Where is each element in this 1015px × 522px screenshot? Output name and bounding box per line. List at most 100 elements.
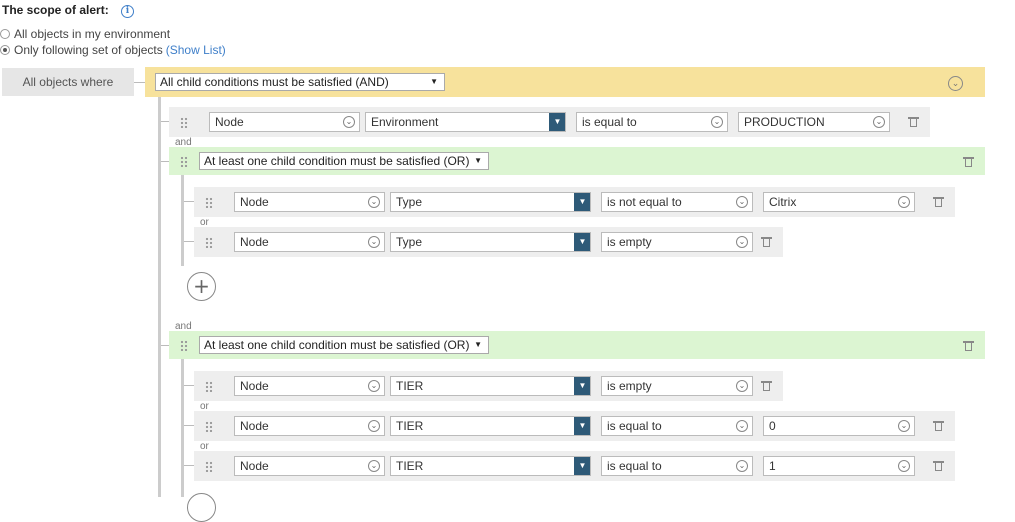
field-label: Type bbox=[396, 195, 423, 209]
trash-icon[interactable] bbox=[963, 156, 974, 168]
field-label: Environment bbox=[371, 115, 439, 129]
value-label: PRODUCTION bbox=[744, 115, 825, 129]
entity-select[interactable]: Node ⌄ bbox=[234, 376, 385, 396]
condition-row-type-1: Node ⌄ Type ▼ is not equal to ⌄ Citrix ⌄ bbox=[194, 187, 955, 217]
operator-select[interactable]: is equal to ⌄ bbox=[576, 112, 728, 132]
radio-button-selected[interactable] bbox=[0, 45, 10, 55]
radio-label: All objects in my environment bbox=[14, 27, 171, 41]
entity-select[interactable]: Node ⌄ bbox=[234, 232, 385, 252]
trash-icon[interactable] bbox=[933, 196, 944, 208]
entity-select[interactable]: Node ⌄ bbox=[234, 456, 385, 476]
field-dropdown-button[interactable]: ▼ bbox=[574, 457, 590, 475]
entity-select[interactable]: Node ⌄ bbox=[209, 112, 360, 132]
entity-label: Node bbox=[215, 115, 244, 129]
collapse-chevron-icon[interactable]: ⌄ bbox=[948, 76, 963, 91]
condition-row-tier-1: Node ⌄ TIER ▼ is empty ⌄ bbox=[194, 371, 783, 401]
drag-handle-icon[interactable] bbox=[180, 340, 188, 351]
field-label: Type bbox=[396, 235, 423, 249]
drag-handle-icon[interactable] bbox=[180, 156, 188, 167]
chevron-down-icon: ⌄ bbox=[368, 460, 380, 472]
trash-icon[interactable] bbox=[761, 380, 772, 392]
field-dropdown-button[interactable]: ▼ bbox=[574, 417, 590, 435]
field-select[interactable]: Environment ▼ bbox=[365, 112, 566, 132]
value-label: Citrix bbox=[769, 195, 797, 209]
all-objects-where-label: All objects where bbox=[2, 68, 134, 96]
field-dropdown-button[interactable]: ▼ bbox=[574, 233, 590, 251]
entity-label: Node bbox=[240, 195, 269, 209]
field-select[interactable]: Type ▼ bbox=[390, 232, 591, 252]
connector-line bbox=[161, 121, 169, 122]
chevron-down-icon: ⌄ bbox=[736, 236, 748, 248]
trash-icon[interactable] bbox=[933, 460, 944, 472]
radio-all-objects[interactable]: All objects in my environment bbox=[0, 27, 170, 41]
field-dropdown-button[interactable]: ▼ bbox=[574, 193, 590, 211]
value-label: 1 bbox=[769, 459, 776, 473]
entity-label: Node bbox=[240, 379, 269, 393]
trash-icon[interactable] bbox=[761, 236, 772, 248]
radio-following-objects[interactable]: Only following set of objects (Show List… bbox=[0, 43, 226, 57]
chevron-down-icon: ⌄ bbox=[343, 116, 355, 128]
trash-icon[interactable] bbox=[963, 340, 974, 352]
condition-row-type-2: Node ⌄ Type ▼ is empty ⌄ bbox=[194, 227, 783, 257]
add-condition-button[interactable]: + bbox=[187, 272, 216, 301]
value-select[interactable]: PRODUCTION ⌄ bbox=[738, 112, 890, 132]
caret-down-icon: ▼ bbox=[474, 156, 482, 165]
operator-select[interactable]: is empty ⌄ bbox=[601, 232, 753, 252]
condition-row-environment: Node ⌄ Environment ▼ is equal to ⌄ PRODU… bbox=[169, 107, 930, 137]
drag-handle-icon[interactable] bbox=[205, 461, 213, 472]
trash-icon[interactable] bbox=[933, 420, 944, 432]
entity-select[interactable]: Node ⌄ bbox=[234, 416, 385, 436]
drag-handle-icon[interactable] bbox=[180, 117, 188, 128]
field-select[interactable]: TIER ▼ bbox=[390, 456, 591, 476]
value-select[interactable]: 0 ⌄ bbox=[763, 416, 915, 436]
connector-line bbox=[184, 385, 194, 386]
connector-line bbox=[184, 241, 194, 242]
radio-label: Only following set of objects bbox=[14, 43, 163, 57]
trash-icon[interactable] bbox=[908, 116, 919, 128]
or-operator-select[interactable]: At least one child condition must be sat… bbox=[199, 152, 489, 170]
drag-handle-icon[interactable] bbox=[205, 197, 213, 208]
chevron-down-icon: ⌄ bbox=[368, 420, 380, 432]
and-operator-select[interactable]: All child conditions must be satisfied (… bbox=[155, 73, 445, 91]
connector-line bbox=[184, 425, 194, 426]
drag-handle-icon[interactable] bbox=[205, 381, 213, 392]
drag-handle-icon[interactable] bbox=[205, 237, 213, 248]
field-dropdown-button[interactable]: ▼ bbox=[574, 377, 590, 395]
or-operator-label: At least one child condition must be sat… bbox=[204, 154, 470, 168]
operator-label: is equal to bbox=[582, 115, 637, 129]
radio-button[interactable] bbox=[0, 29, 10, 39]
chevron-down-icon: ⌄ bbox=[898, 460, 910, 472]
or-operator-label: At least one child condition must be sat… bbox=[204, 338, 470, 352]
operator-label: is empty bbox=[607, 235, 652, 249]
value-select[interactable]: 1 ⌄ bbox=[763, 456, 915, 476]
operator-label: is not equal to bbox=[607, 195, 682, 209]
chevron-down-icon: ⌄ bbox=[368, 380, 380, 392]
and-operator-label: All child conditions must be satisfied (… bbox=[160, 75, 389, 89]
operator-label: is empty bbox=[607, 379, 652, 393]
add-condition-button[interactable] bbox=[187, 493, 216, 522]
entity-select[interactable]: Node ⌄ bbox=[234, 192, 385, 212]
tree-line bbox=[181, 175, 184, 266]
condition-row-tier-3: Node ⌄ TIER ▼ is equal to ⌄ 1 ⌄ bbox=[194, 451, 955, 481]
drag-handle-icon[interactable] bbox=[205, 421, 213, 432]
field-select[interactable]: TIER ▼ bbox=[390, 376, 591, 396]
info-icon[interactable]: i bbox=[121, 5, 134, 18]
chevron-down-icon: ⌄ bbox=[736, 460, 748, 472]
caret-down-icon: ▼ bbox=[474, 340, 482, 349]
operator-select[interactable]: is equal to ⌄ bbox=[601, 456, 753, 476]
operator-select[interactable]: is empty ⌄ bbox=[601, 376, 753, 396]
chevron-down-icon: ⌄ bbox=[736, 196, 748, 208]
connector-line bbox=[161, 161, 169, 162]
show-list-link[interactable]: (Show List) bbox=[166, 43, 226, 57]
field-select[interactable]: Type ▼ bbox=[390, 192, 591, 212]
field-label: TIER bbox=[396, 379, 424, 393]
field-dropdown-button[interactable]: ▼ bbox=[549, 113, 565, 131]
field-label: TIER bbox=[396, 419, 424, 433]
field-select[interactable]: TIER ▼ bbox=[390, 416, 591, 436]
operator-select[interactable]: is equal to ⌄ bbox=[601, 416, 753, 436]
entity-label: Node bbox=[240, 459, 269, 473]
operator-select[interactable]: is not equal to ⌄ bbox=[601, 192, 753, 212]
connector-line bbox=[134, 82, 145, 83]
or-operator-select[interactable]: At least one child condition must be sat… bbox=[199, 336, 489, 354]
value-select[interactable]: Citrix ⌄ bbox=[763, 192, 915, 212]
